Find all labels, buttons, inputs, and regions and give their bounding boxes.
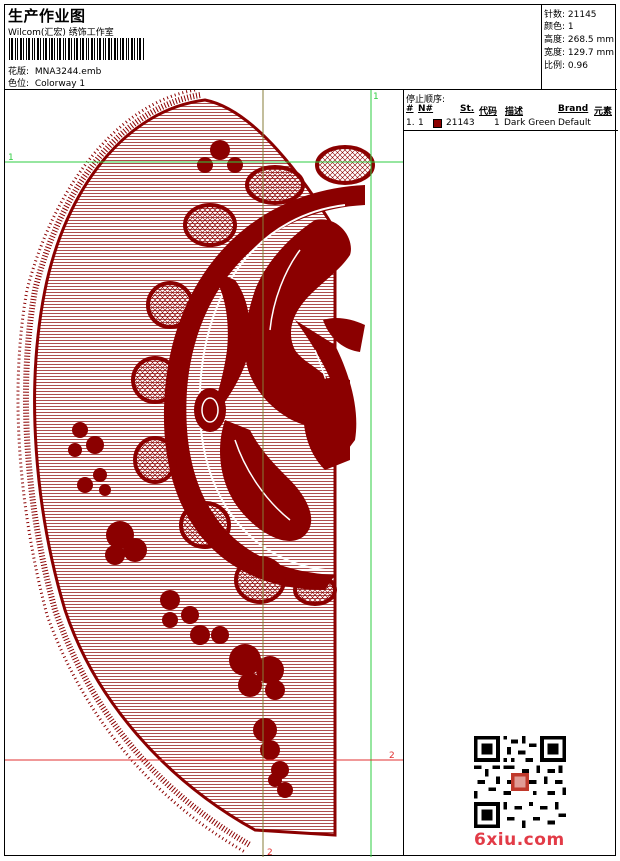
row-description: Dark Green [504, 118, 556, 128]
guide-marker-left: 1 [8, 153, 14, 163]
col-stitches: St. [460, 104, 475, 114]
design-scale: 比例: 0.96 [544, 61, 588, 71]
thread-color-swatch [433, 119, 442, 128]
design-width: 宽度: 129.7 mm [544, 48, 615, 58]
site-watermark: 6xiu.com [474, 830, 565, 850]
row-stitches: 21143 [446, 118, 475, 128]
row-index: 1. [406, 118, 415, 128]
stats-panel: 针数: 21145 颜色: 1 高度: 268.5 mm 宽度: 129.7 m… [541, 5, 617, 89]
embroidery-design: 1 1 2 2 [5, 88, 403, 858]
col-brand: Brand [558, 104, 589, 114]
production-sheet: 生产作业图 Wilcom(汇宏) 绣饰工作室 花版: MNA3244.emb 色… [4, 4, 618, 858]
colorway-line: 色位: Colorway 1 [8, 76, 85, 89]
guide-marker-bottom: 2 [267, 848, 273, 857]
sheet-title: 生产作业图 [8, 7, 86, 25]
col-needle: N# [418, 104, 434, 114]
row-code: 1 [494, 118, 500, 128]
col-index: # [406, 104, 414, 114]
row-needle: 1 [418, 118, 424, 128]
sheet-subtitle: Wilcom(汇宏) 绣饰工作室 [8, 28, 114, 38]
row-brand: Default [558, 118, 591, 128]
colorway-value: Colorway 1 [34, 79, 86, 89]
col-code: 代码 [479, 107, 498, 117]
header-info: 生产作业图 Wilcom(汇宏) 绣饰工作室 花版: MNA3244.emb 色… [5, 5, 541, 89]
color-count: 颜色: 1 [544, 22, 574, 32]
col-description: 描述 [505, 107, 524, 117]
row-divider [404, 130, 618, 131]
col-element: 元素 [594, 107, 613, 117]
barcode [9, 38, 144, 60]
qr-code [474, 736, 566, 828]
design-preview: 1 1 2 2 [5, 88, 403, 858]
design-height: 高度: 268.5 mm [544, 35, 615, 45]
guide-marker-top: 1 [373, 92, 379, 102]
colorway-label: 色位: [8, 79, 30, 89]
guide-marker-right: 2 [389, 751, 395, 761]
